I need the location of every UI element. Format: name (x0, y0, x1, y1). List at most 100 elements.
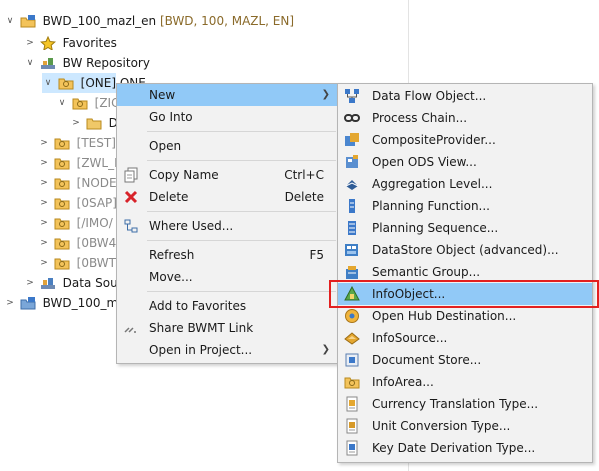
submenu-item-open-hub-destination[interactable]: Open Hub Destination... (338, 305, 592, 327)
menu-item-label: Go Into (149, 110, 193, 124)
expand-icon[interactable]: > (38, 233, 50, 253)
tree-node-test[interactable]: > [TEST] (38, 133, 116, 153)
infoarea-folder-icon (54, 258, 70, 269)
collapse-icon[interactable]: ∨ (42, 73, 54, 93)
tree-node-data-sources[interactable]: > Data Sour (24, 273, 122, 293)
expand-icon[interactable]: > (4, 293, 16, 313)
tree-node-zwl[interactable]: > [ZWL_E (38, 153, 122, 173)
menu-item-add-to-favorites[interactable]: Add to Favorites (117, 295, 338, 317)
submenu-item-currency-translation-type[interactable]: Currency Translation Type... (338, 393, 592, 415)
menu-item-label: Add to Favorites (149, 299, 247, 313)
menu-item-label: Move... (149, 270, 193, 284)
submenu-item-unit-conversion-type[interactable]: Unit Conversion Type... (338, 415, 592, 437)
submenu-item-datastore-object[interactable]: DataStore Object (advanced)... (338, 239, 592, 261)
tree-node-project[interactable]: ∨ BWD_100_mazl_en [BWD, 100, MAZL, EN] (4, 11, 294, 31)
menu-item-label: Delete (149, 190, 189, 204)
tree-node-bw-repository[interactable]: ∨ BW Repository (24, 53, 150, 73)
tree-label: [/IMO/ (76, 216, 113, 230)
bw-project-icon (20, 296, 36, 309)
highlight-annotation-box (329, 280, 599, 308)
collapse-icon[interactable]: ∨ (4, 11, 16, 31)
bw-project-icon (20, 14, 36, 27)
collapse-icon[interactable]: ∨ (56, 93, 68, 113)
menu-item-open-in-project[interactable]: Open in Project... ❯ (117, 339, 338, 361)
menu-item-move[interactable]: Move... (117, 266, 338, 288)
copy-icon (124, 167, 138, 183)
menu-item-open[interactable]: Open (117, 135, 338, 157)
submenu-item-open-ods-view[interactable]: Open ODS View... (338, 151, 592, 173)
submenu-item-process-chain[interactable]: Process Chain... (338, 107, 592, 129)
tree-node-node[interactable]: > [NODE (38, 173, 116, 193)
menu-item-new[interactable]: New ❯ (117, 84, 338, 106)
menu-item-label: Open Hub Destination... (372, 309, 517, 323)
key-date-icon (346, 440, 358, 456)
shortcut-label: Ctrl+C (284, 168, 324, 182)
submenu-item-aggregation-level[interactable]: Aggregation Level... (338, 173, 592, 195)
expand-icon[interactable]: > (24, 273, 36, 293)
tree-node-0sap[interactable]: > [0SAP] (38, 193, 117, 213)
menu-separator (147, 131, 336, 132)
star-icon (39, 35, 56, 50)
tree-node-project-2[interactable]: > BWD_100_maz (4, 293, 132, 313)
planning-function-icon (349, 199, 355, 213)
tree-label: BWD_100_mazl_en (42, 14, 157, 28)
menu-item-label: DataStore Object (advanced)... (372, 243, 559, 257)
submenu-item-document-store[interactable]: Document Store... (338, 349, 592, 371)
menu-item-go-into[interactable]: Go Into (117, 106, 338, 128)
submenu-item-planning-function[interactable]: Planning Function... (338, 195, 592, 217)
delete-icon (124, 190, 138, 204)
submenu-item-infoarea[interactable]: InfoArea... (338, 371, 592, 393)
submenu-item-planning-sequence[interactable]: Planning Sequence... (338, 217, 592, 239)
expand-icon[interactable]: > (38, 153, 50, 173)
expand-icon[interactable]: > (38, 133, 50, 153)
expand-icon[interactable]: > (38, 253, 50, 273)
submenu-item-infosource[interactable]: InfoSource... (338, 327, 592, 349)
submenu-item-composite-provider[interactable]: CompositeProvider... (338, 129, 592, 151)
tree-node-zic[interactable]: ∨ [ZIC (56, 93, 120, 113)
menu-item-copy-name[interactable]: Copy Name Ctrl+C (117, 164, 338, 186)
menu-item-label: Open (149, 139, 182, 153)
process-chain-icon (344, 114, 360, 122)
menu-item-share-bwmt-link[interactable]: Share BWMT Link (117, 317, 338, 339)
expand-icon[interactable]: > (38, 193, 50, 213)
tree-node-one-selected[interactable]: ∨ [ONE] ONE (42, 73, 146, 93)
tree-label: [ZWL_E (76, 156, 122, 170)
currency-translation-icon (346, 396, 358, 412)
semantic-group-icon (346, 266, 358, 279)
menu-separator (147, 291, 336, 292)
data-flow-icon (345, 89, 359, 103)
tree-node-imo[interactable]: > [/IMO/ (38, 213, 113, 233)
menu-item-where-used[interactable]: Where Used... (117, 215, 338, 237)
submenu-arrow-icon: ❯ (321, 89, 330, 100)
infoarea-folder-icon (54, 178, 70, 189)
document-store-icon (345, 353, 359, 367)
expand-icon[interactable]: > (24, 33, 36, 53)
shortcut-label: F5 (309, 248, 324, 262)
datastore-icon (345, 244, 358, 256)
menu-item-delete[interactable]: Delete Delete (117, 186, 338, 208)
tree-node-0bw4[interactable]: > [0BW4_ (38, 233, 122, 253)
collapse-icon[interactable]: ∨ (24, 53, 36, 73)
open-hub-icon (345, 309, 359, 323)
menu-item-refresh[interactable]: Refresh F5 (117, 244, 338, 266)
menu-item-label: InfoSource... (372, 331, 448, 345)
menu-item-label: Planning Sequence... (372, 221, 499, 235)
tree-node-0bwt[interactable]: > [0BWT( (38, 253, 121, 273)
submenu-item-data-flow-object[interactable]: Data Flow Object... (338, 85, 592, 107)
expand-icon[interactable]: > (38, 173, 50, 193)
tree-node-favorites[interactable]: > Favorites (24, 33, 117, 53)
menu-item-label: Refresh (149, 248, 195, 262)
expand-icon[interactable]: > (70, 113, 82, 133)
tree-label: [0SAP] (76, 196, 117, 210)
where-used-icon (124, 219, 138, 233)
tree-label: [0BWT( (76, 256, 121, 270)
submenu-item-key-date-derivation-type[interactable]: Key Date Derivation Type... (338, 437, 592, 459)
menu-separator (147, 211, 336, 212)
menu-item-label: Where Used... (149, 219, 234, 233)
menu-separator (147, 160, 336, 161)
expand-icon[interactable]: > (38, 213, 50, 233)
tree-label-suffix: [BWD, 100, MAZL, EN] (156, 14, 295, 28)
tree-node-d[interactable]: > D (70, 113, 118, 133)
shortcut-label: Delete (284, 190, 324, 204)
context-menu: New ❯ Go Into Open Copy Name Ctrl+C Dele… (116, 83, 339, 364)
